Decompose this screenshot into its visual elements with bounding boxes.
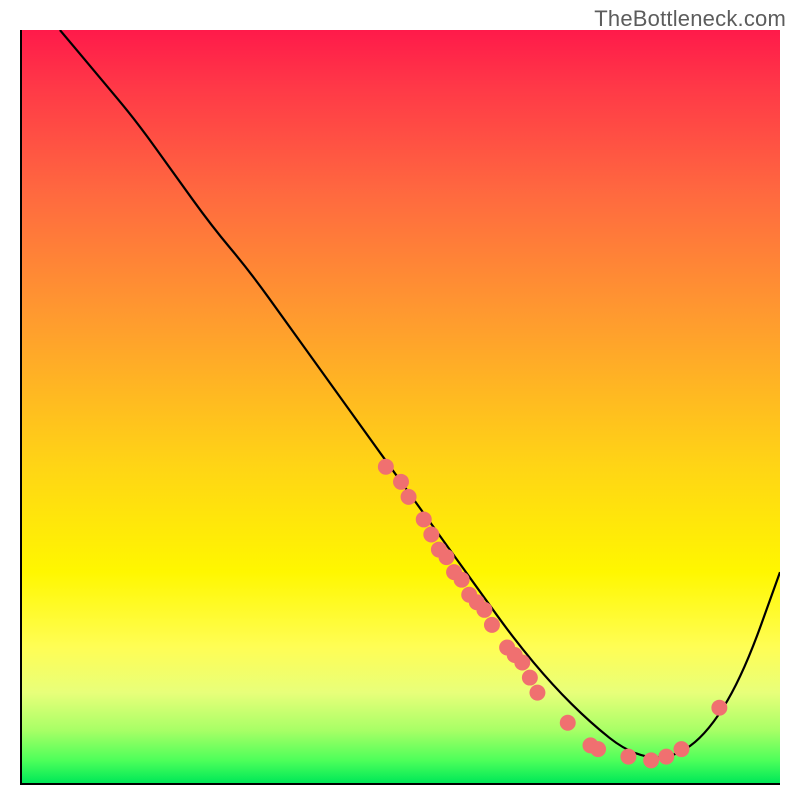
highlight-dot bbox=[378, 459, 394, 475]
highlight-dot bbox=[484, 617, 500, 633]
highlight-dot bbox=[590, 741, 606, 757]
highlight-dot bbox=[401, 489, 417, 505]
highlight-dot bbox=[439, 549, 455, 565]
highlight-dots-group bbox=[378, 459, 727, 769]
curve-svg bbox=[22, 30, 780, 783]
highlight-dot bbox=[529, 685, 545, 701]
watermark-text: TheBottleneck.com bbox=[594, 6, 786, 32]
highlight-dot bbox=[393, 474, 409, 490]
highlight-dot bbox=[416, 511, 432, 527]
highlight-dot bbox=[643, 752, 659, 768]
plot-area bbox=[20, 30, 780, 785]
chart-container: TheBottleneck.com bbox=[0, 0, 800, 800]
highlight-dot bbox=[711, 700, 727, 716]
bottleneck-curve bbox=[60, 30, 780, 758]
highlight-dot bbox=[423, 527, 439, 543]
highlight-dot bbox=[673, 741, 689, 757]
highlight-dot bbox=[620, 749, 636, 765]
highlight-dot bbox=[658, 749, 674, 765]
highlight-dot bbox=[476, 602, 492, 618]
highlight-dot bbox=[454, 572, 470, 588]
highlight-dot bbox=[522, 670, 538, 686]
highlight-dot bbox=[560, 715, 576, 731]
highlight-dot bbox=[514, 655, 530, 671]
